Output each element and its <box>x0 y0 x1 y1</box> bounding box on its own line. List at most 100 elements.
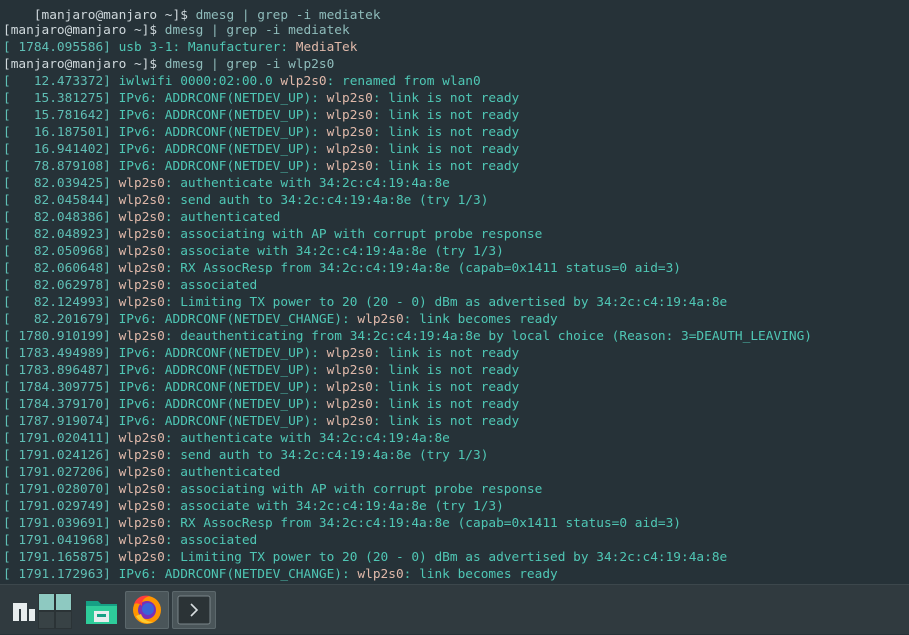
timestamp: [ 82.050968] <box>3 244 119 259</box>
log-text: : link becomes ready <box>403 312 558 327</box>
terminal-line: [manjaro@manjaro ~]$ dmesg | grep -i med… <box>3 22 350 39</box>
timestamp: [ 1791.028070] <box>3 482 119 497</box>
device-name: wlp2s0 <box>118 482 165 497</box>
device-name: wlp2s0 <box>118 176 165 191</box>
terminal-line: [ 1784.379170] IPv6: ADDRCONF(NETDEV_UP)… <box>3 396 519 413</box>
terminal-line: [ 12.473372] iwlwifi 0000:02:00.0 wlp2s0… <box>3 73 481 90</box>
log-text: : link is not ready <box>372 363 520 378</box>
terminal-line: [ 15.381275] IPv6: ADDRCONF(NETDEV_UP): … <box>3 90 519 107</box>
terminal-line: [ 16.941402] IPv6: ADDRCONF(NETDEV_UP): … <box>3 141 519 158</box>
device-name: wlp2s0 <box>118 448 165 463</box>
log-text: : link is not ready <box>372 142 520 157</box>
terminal-line: [ 1791.165875] wlp2s0: Limiting TX power… <box>3 549 727 566</box>
log-text: : Limiting TX power to 20 (20 - 0) dBm a… <box>164 550 728 565</box>
terminal-line: [ 1791.028070] wlp2s0: associating with … <box>3 481 542 498</box>
terminal-line: [ 82.124993] wlp2s0: Limiting TX power t… <box>3 294 727 311</box>
log-text: : deauthenticating from 34:2c:c4:19:4a:8… <box>164 329 812 344</box>
log-text: : link is not ready <box>372 91 520 106</box>
timestamp: [ 15.381275] <box>3 91 119 106</box>
log-text: : link is not ready <box>372 346 520 361</box>
workspace-switcher-icon <box>38 593 72 629</box>
terminal-line: [ 1783.494989] IPv6: ADDRCONF(NETDEV_UP)… <box>3 345 519 362</box>
device-name: wlp2s0 <box>118 431 165 446</box>
terminal-line: [ 78.879108] IPv6: ADDRCONF(NETDEV_UP): … <box>3 158 519 175</box>
device-name: wlp2s0 <box>326 142 373 157</box>
file-manager-launcher[interactable] <box>80 591 124 629</box>
terminal-line: [ 1791.172963] IPv6: ADDRCONF(NETDEV_CHA… <box>3 566 558 583</box>
log-text: : authenticate with 34:2c:c4:19:4a:8e <box>164 431 450 446</box>
timestamp: [ 82.060648] <box>3 261 119 276</box>
device-name: wlp2s0 <box>118 261 165 276</box>
terminal-line: [ 82.201679] IPv6: ADDRCONF(NETDEV_CHANG… <box>3 311 558 328</box>
log-text: : Limiting TX power to 20 (20 - 0) dBm a… <box>164 295 728 310</box>
device-name: wlp2s0 <box>118 499 165 514</box>
timestamp: [ 82.062978] <box>3 278 119 293</box>
log-text: : link becomes ready <box>403 567 558 582</box>
log-text: : authenticate with 34:2c:c4:19:4a:8e <box>164 176 450 191</box>
log-text: : authenticated <box>164 465 281 480</box>
log-text: iwlwifi 0000:02:00.0 <box>118 74 281 89</box>
log-text: IPv6: ADDRCONF(NETDEV_CHANGE): <box>118 312 358 327</box>
prompt-text: [manjaro@manjaro ~]$ <box>3 23 165 38</box>
timestamp: [ 1783.494989] <box>3 346 119 361</box>
device-name: wlp2s0 <box>326 125 373 140</box>
timestamp: [ 15.781642] <box>3 108 119 123</box>
timestamp: [ 82.201679] <box>3 312 119 327</box>
log-text: IPv6: ADDRCONF(NETDEV_UP): <box>118 363 327 378</box>
terminal-line: [ 82.039425] wlp2s0: authenticate with 3… <box>3 175 450 192</box>
device-name: wlp2s0 <box>326 414 373 429</box>
device-name: wlp2s0 <box>326 363 373 378</box>
timestamp: [ 82.048923] <box>3 227 119 242</box>
log-text: IPv6: ADDRCONF(NETDEV_UP): <box>118 346 327 361</box>
timestamp: [ 1791.041968] <box>3 533 119 548</box>
terminal-line: [ 1784.095586] usb 3-1: Manufacturer: Me… <box>3 39 357 56</box>
timestamp: [ 82.124993] <box>3 295 119 310</box>
device-name: wlp2s0 <box>357 312 404 327</box>
log-text: usb 3-1: Manufacturer: <box>118 40 296 55</box>
terminal-line: [ 1791.027206] wlp2s0: authenticated <box>3 464 280 481</box>
log-text: IPv6: ADDRCONF(NETDEV_UP): <box>118 108 327 123</box>
timestamp: [ 82.048386] <box>3 210 119 225</box>
log-text: : link is not ready <box>372 108 520 123</box>
terminal-line: [ 1787.919074] IPv6: ADDRCONF(NETDEV_UP)… <box>3 413 519 430</box>
log-text: IPv6: ADDRCONF(NETDEV_UP): <box>118 380 327 395</box>
terminal-line: [ 1780.910199] wlp2s0: deauthenticating … <box>3 328 812 345</box>
terminal-launcher[interactable] <box>172 591 216 629</box>
device-name: wlp2s0 <box>280 74 327 89</box>
timestamp: [ 16.187501] <box>3 125 119 140</box>
terminal-line: [ 1784.309775] IPv6: ADDRCONF(NETDEV_UP)… <box>3 379 519 396</box>
firefox-launcher[interactable] <box>125 591 169 629</box>
command-text: dmesg | grep -i mediatek <box>164 23 350 38</box>
log-text: : RX AssocResp from 34:2c:c4:19:4a:8e (c… <box>164 261 682 276</box>
terminal-window[interactable]: [manjaro@manjaro ~]$ dmesg | grep -i med… <box>0 0 909 584</box>
log-text: IPv6: ADDRCONF(NETDEV_UP): <box>118 414 327 429</box>
terminal-line: [ 82.045844] wlp2s0: send auth to 34:2c:… <box>3 192 488 209</box>
device-name: wlp2s0 <box>118 244 165 259</box>
device-name: wlp2s0 <box>326 380 373 395</box>
terminal-line: [ 1791.024126] wlp2s0: send auth to 34:2… <box>3 447 488 464</box>
terminal-icon <box>177 595 211 625</box>
vendor-name: MediaTek <box>295 40 358 55</box>
log-text: : authenticated <box>164 210 281 225</box>
device-name: wlp2s0 <box>118 533 165 548</box>
timestamp: [ 1791.172963] <box>3 567 119 582</box>
log-text: : send auth to 34:2c:c4:19:4a:8e (try 1/… <box>164 193 489 208</box>
timestamp: [ 1783.896487] <box>3 363 119 378</box>
prompt-text: [manjaro@manjaro ~]$ <box>3 57 165 72</box>
workspace-switcher[interactable] <box>36 591 74 629</box>
timestamp: [ 1784.379170] <box>3 397 119 412</box>
log-text: : associated <box>164 533 258 548</box>
timestamp: [ 1791.029749] <box>3 499 119 514</box>
timestamp: [ 1784.095586] <box>3 40 119 55</box>
terminal-line: [ 1791.039691] wlp2s0: RX AssocResp from… <box>3 515 681 532</box>
device-name: wlp2s0 <box>118 329 165 344</box>
device-name: wlp2s0 <box>118 193 165 208</box>
log-text: : renamed from wlan0 <box>326 74 481 89</box>
log-text: : link is not ready <box>372 159 520 174</box>
log-text: : associated <box>164 278 258 293</box>
device-name: wlp2s0 <box>326 159 373 174</box>
timestamp: [ 1791.027206] <box>3 465 119 480</box>
log-text: : link is not ready <box>372 414 520 429</box>
device-name: wlp2s0 <box>326 91 373 106</box>
log-text: IPv6: ADDRCONF(NETDEV_UP): <box>118 125 327 140</box>
